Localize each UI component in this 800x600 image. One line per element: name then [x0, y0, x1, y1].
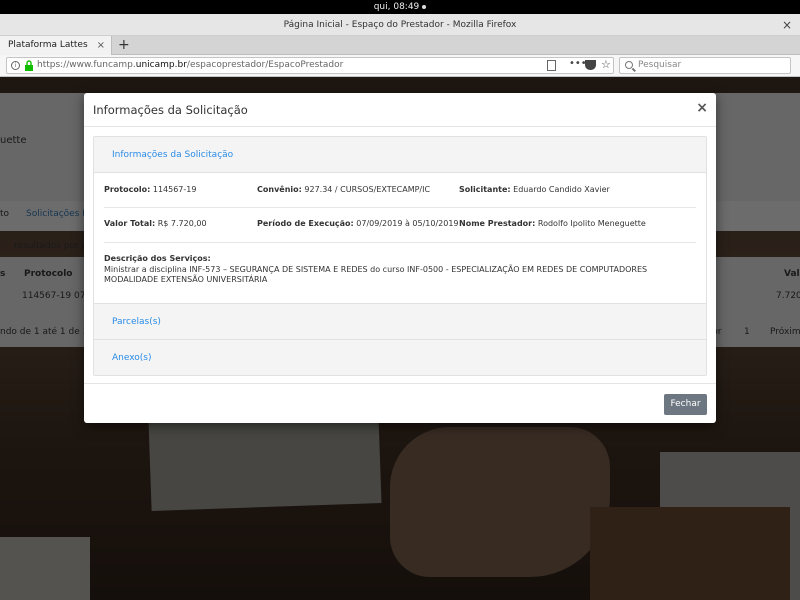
modal-title: Informações da Solicitação: [93, 103, 248, 117]
browser-tab-label: Plataforma Lattes: [8, 40, 88, 50]
tab-strip: Plataforma Lattes × +: [0, 36, 800, 55]
field-convenio: Convênio: 927.34 / CURSOS/EXTECAMP/IC: [257, 185, 430, 194]
url-bar[interactable]: i https://www.funcamp.unicamp.br/espacop…: [6, 57, 614, 74]
search-icon: [625, 61, 633, 69]
notification-dot-icon: [422, 4, 427, 9]
modal-footer: Fechar: [84, 383, 716, 423]
accordion-parcelas[interactable]: Parcelas(s): [94, 303, 706, 339]
field-nome-prestador: Nome Prestador: Rodolfo Ipolito Meneguet…: [459, 219, 646, 228]
system-clock[interactable]: qui, 08:49: [374, 2, 420, 12]
bookmark-star-icon[interactable]: ☆: [601, 57, 611, 72]
lock-icon: [25, 60, 33, 71]
modal-header: Informações da Solicitação ×: [84, 93, 716, 127]
window-close-icon[interactable]: ×: [782, 14, 792, 36]
modal-close-icon[interactable]: ×: [696, 101, 708, 115]
info-panel: Informações da Solicitação Protocolo: 11…: [93, 136, 707, 376]
search-placeholder: Pesquisar: [638, 60, 682, 70]
descricao-label: Descrição dos Serviços:: [104, 254, 211, 263]
new-tab-button[interactable]: +: [118, 36, 130, 54]
field-protocolo-value: 114567-19: [152, 185, 197, 194]
browser-tab[interactable]: Plataforma Lattes ×: [0, 36, 112, 55]
field-periodo-label: Período de Execução:: [257, 219, 354, 228]
reader-view-icon[interactable]: [547, 60, 556, 71]
accordion-parcelas-label[interactable]: Parcelas(s): [112, 317, 161, 327]
field-periodo: Período de Execução: 07/09/2019 à 05/10/…: [257, 219, 459, 228]
system-top-bar: qui, 08:49: [0, 0, 800, 14]
navigation-bar: i https://www.funcamp.unicamp.br/espacop…: [0, 55, 800, 77]
field-valor-total-label: Valor Total:: [104, 219, 156, 228]
field-solicitante-label: Solicitante:: [459, 185, 511, 194]
field-valor-total: Valor Total: R$ 7.720,00: [104, 219, 207, 228]
window-title-bar: Página Inicial - Espaço do Prestador - M…: [0, 14, 800, 36]
field-nome-prestador-label: Nome Prestador:: [459, 219, 536, 228]
accordion-anexos-label[interactable]: Anexo(s): [112, 353, 152, 363]
page-content: uette to Solicitações P resultados por p…: [0, 77, 800, 600]
descricao-text: Ministrar a disciplina INF-573 – SEGURAN…: [104, 265, 648, 284]
field-solicitante: Solicitante: Eduardo Candido Xavier: [459, 185, 610, 194]
pocket-icon[interactable]: [585, 60, 596, 70]
divider: [104, 242, 696, 243]
field-protocolo-label: Protocolo:: [104, 185, 151, 194]
field-convenio-label: Convênio:: [257, 185, 302, 194]
solicitacao-modal: Informações da Solicitação × Informações…: [84, 93, 716, 423]
site-info-icon[interactable]: i: [11, 61, 20, 70]
window-title: Página Inicial - Espaço do Prestador - M…: [283, 20, 517, 30]
field-valor-total-value: R$ 7.720,00: [157, 219, 207, 228]
field-solicitante-value: Eduardo Candido Xavier: [513, 185, 610, 194]
field-nome-prestador-value: Rodolfo Ipolito Meneguette: [537, 219, 646, 228]
field-protocolo: Protocolo: 114567-19: [104, 185, 196, 194]
info-panel-heading[interactable]: Informações da Solicitação: [94, 137, 706, 173]
tab-close-icon[interactable]: ×: [97, 36, 105, 55]
field-periodo-value: 07/09/2019 à 05/10/2019: [356, 219, 459, 228]
url-text: https://www.funcamp.unicamp.br/espacopre…: [37, 60, 344, 70]
close-button[interactable]: Fechar: [664, 394, 707, 415]
field-convenio-value: 927.34 / CURSOS/EXTECAMP/IC: [304, 185, 431, 194]
info-panel-body: Protocolo: 114567-19 Convênio: 927.34 / …: [94, 173, 706, 303]
divider: [104, 207, 696, 208]
search-input[interactable]: Pesquisar: [619, 57, 791, 74]
info-panel-title[interactable]: Informações da Solicitação: [112, 150, 233, 160]
accordion-anexos[interactable]: Anexo(s): [94, 339, 706, 375]
